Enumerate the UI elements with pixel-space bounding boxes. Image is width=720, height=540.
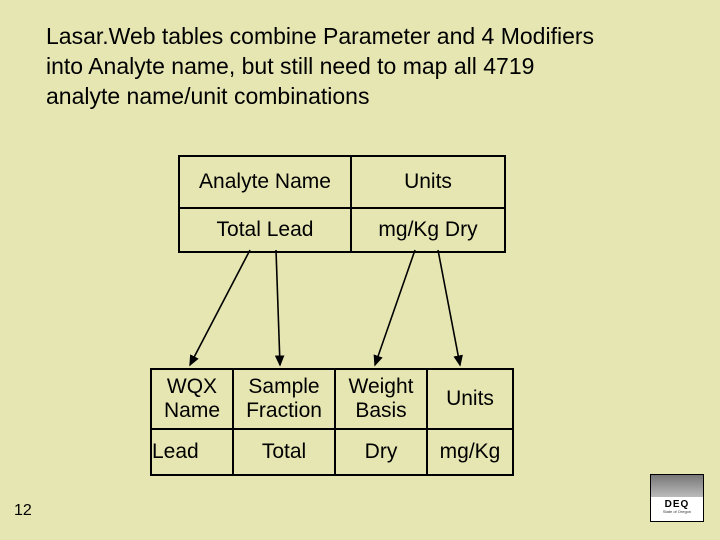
bot-header-wqx: WQXName	[151, 369, 233, 429]
top-cell-units: mg/Kg Dry	[351, 208, 505, 252]
slide-title: Lasar.Web tables combine Parameter and 4…	[46, 22, 606, 112]
bot-header-sample: SampleFraction	[233, 369, 335, 429]
top-table: Analyte Name Units Total Lead mg/Kg Dry	[178, 155, 506, 253]
bot-cell-units: mg/Kg	[427, 429, 513, 475]
bot-cell-wqx: Lead	[151, 429, 233, 475]
deq-logo: DEQ State of Oregon	[650, 474, 704, 522]
bottom-table: WQXName SampleFraction WeightBasis Units…	[150, 368, 514, 476]
bot-cell-sample: Total	[233, 429, 335, 475]
bot-header-weight: WeightBasis	[335, 369, 427, 429]
bot-header-units: Units	[427, 369, 513, 429]
logo-sub: State of Oregon	[651, 510, 703, 514]
top-header-analyte: Analyte Name	[179, 156, 351, 208]
page-number: 12	[14, 502, 32, 520]
top-header-units: Units	[351, 156, 505, 208]
bot-cell-weight: Dry	[335, 429, 427, 475]
top-cell-analyte: Total Lead	[179, 208, 351, 252]
